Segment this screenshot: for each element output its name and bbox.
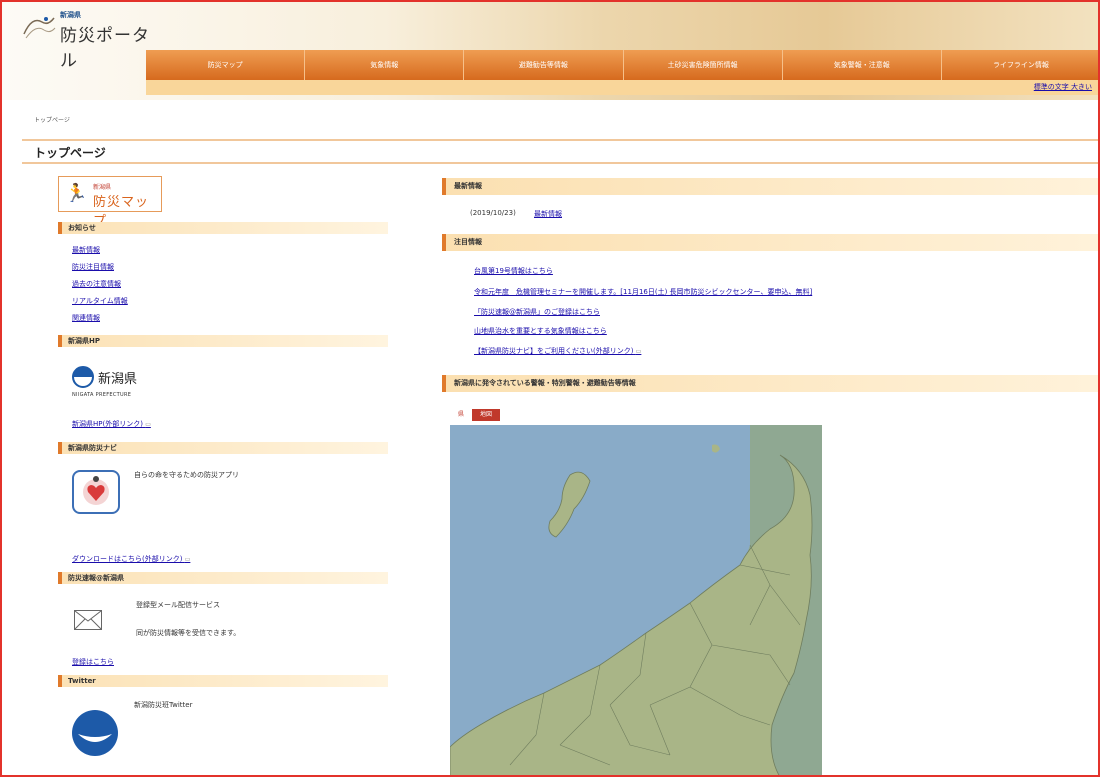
nav-landslide[interactable]: 土砂災害危険箇所情報 — [624, 50, 783, 80]
nav-warnings[interactable]: 気象警報・注意報 — [783, 50, 942, 80]
navi-heart-icon — [83, 476, 109, 505]
mail-heading: 防災速報@新潟県 — [58, 572, 388, 584]
nav-evacuation[interactable]: 避難勧告等情報 — [464, 50, 624, 80]
nav-lifeline[interactable]: ライフライン情報 — [942, 50, 1100, 80]
main-nav: 防災マップ 気象情報 避難勧告等情報 土砂災害危険箇所情報 気象警報・注意報 ラ… — [146, 50, 1100, 80]
attention-link-navi[interactable]: 【新潟県防災ナビ】をご利用ください(外部リンク) ▭ — [474, 346, 641, 356]
twitter-heading: Twitter — [58, 675, 388, 687]
sub-bar: 標準の文字 大きい — [146, 80, 1100, 95]
title-divider-bottom — [22, 162, 1100, 164]
pref-emblem-icon — [72, 366, 94, 388]
map-banner-sub: 新潟県 — [93, 184, 112, 191]
title-divider-top — [22, 139, 1100, 141]
pref-logo-name: 新潟県 — [98, 372, 138, 387]
niigata-map-icon — [450, 425, 822, 777]
mail-desc-1: 登録型メール配信サービス — [136, 601, 220, 609]
font-size-links[interactable]: 標準の文字 大きい — [1034, 82, 1092, 92]
running-person-icon: 🏃 — [65, 183, 88, 204]
attention-link-typhoon[interactable]: 台風第19号情報はこちら — [474, 266, 553, 276]
twitter-label: 新潟防災班Twitter — [134, 701, 193, 709]
site-logo[interactable]: 新潟県 防災ポータル — [22, 10, 162, 71]
notices-heading: お知らせ — [58, 222, 388, 234]
site-header: 新潟県 防災ポータル 防災マップ 気象情報 避難勧告等情報 土砂災害危険箇所情報… — [0, 0, 1100, 100]
attention-heading: 注目情報 — [442, 234, 1100, 251]
disaster-map-banner[interactable]: 🏃 新潟県 防災マップ — [58, 176, 162, 229]
notice-link-past[interactable]: 過去の注意情報 — [72, 279, 121, 289]
latest-heading: 最新情報 — [442, 178, 1100, 195]
pref-hp-link[interactable]: 新潟県HP(外部リンク) ▭ — [72, 419, 151, 429]
envelope-icon — [74, 610, 102, 630]
attention-link-mail-register[interactable]: 「防災速報@新潟県」のご登録はこちら — [474, 307, 600, 317]
attention-link-seminar[interactable]: 令和元年度 危機管理セミナーを開催します。[11月16日(土) 長岡市防災シビッ… — [474, 287, 812, 297]
nav-weather[interactable]: 気象情報 — [305, 50, 465, 80]
map-tabs: 県 地図 — [450, 409, 501, 421]
logo-mark-icon — [23, 17, 56, 39]
latest-date: (2019/10/23) — [470, 209, 516, 217]
pref-hp-heading: 新潟県HP — [58, 335, 388, 347]
attention-link-weather[interactable]: 山地県治水を重要とする気象情報はこちら — [474, 326, 607, 336]
navi-download-link-text: ダウンロードはこちら(外部リンク) — [72, 555, 183, 563]
warnings-heading: 新潟県に発令されている警報・特別警報・避難勧告等情報 — [442, 375, 1100, 392]
navi-heading: 新潟県防災ナビ — [58, 442, 388, 454]
navi-description: 自らの命を守るための防災アプリ — [134, 471, 239, 479]
notice-link-attention[interactable]: 防災注目情報 — [72, 262, 114, 272]
tab-prefecture[interactable]: 県 — [450, 409, 473, 421]
notice-link-latest[interactable]: 最新情報 — [72, 245, 100, 255]
pref-logo[interactable]: 新潟県 NIIGATA PREFECTURE — [72, 366, 152, 400]
twitter-pref-emblem-icon[interactable] — [72, 710, 118, 756]
notice-link-realtime[interactable]: リアルタイム情報 — [72, 296, 128, 306]
notice-link-related[interactable]: 関連情報 — [72, 313, 100, 323]
navi-download-link[interactable]: ダウンロードはこちら(外部リンク) ▭ — [72, 554, 190, 564]
niigata-warning-map[interactable] — [450, 425, 822, 777]
nav-disaster-map[interactable]: 防災マップ — [146, 50, 306, 80]
attention-link-navi-text: 【新潟県防災ナビ】をご利用ください(外部リンク) — [474, 347, 634, 355]
tab-map[interactable]: 地図 — [472, 409, 501, 421]
pref-logo-en: NIIGATA PREFECTURE — [72, 392, 132, 398]
pref-hp-link-text: 新潟県HP(外部リンク) — [72, 420, 143, 428]
navi-app-icon[interactable] — [72, 470, 120, 514]
mail-desc-2: 同が防災情報等を受信できます。 — [136, 629, 241, 637]
external-link-icon: ▭ — [184, 556, 191, 563]
external-link-icon: ▭ — [145, 421, 151, 428]
external-link-icon: ▭ — [635, 348, 642, 355]
breadcrumb: トップページ — [34, 117, 70, 124]
page-title: トップページ — [34, 146, 106, 160]
latest-info-link[interactable]: 最新情報 — [534, 209, 562, 219]
logo-sub: 新潟県 — [60, 11, 81, 19]
mail-register-link[interactable]: 登録はこちら — [72, 657, 114, 667]
